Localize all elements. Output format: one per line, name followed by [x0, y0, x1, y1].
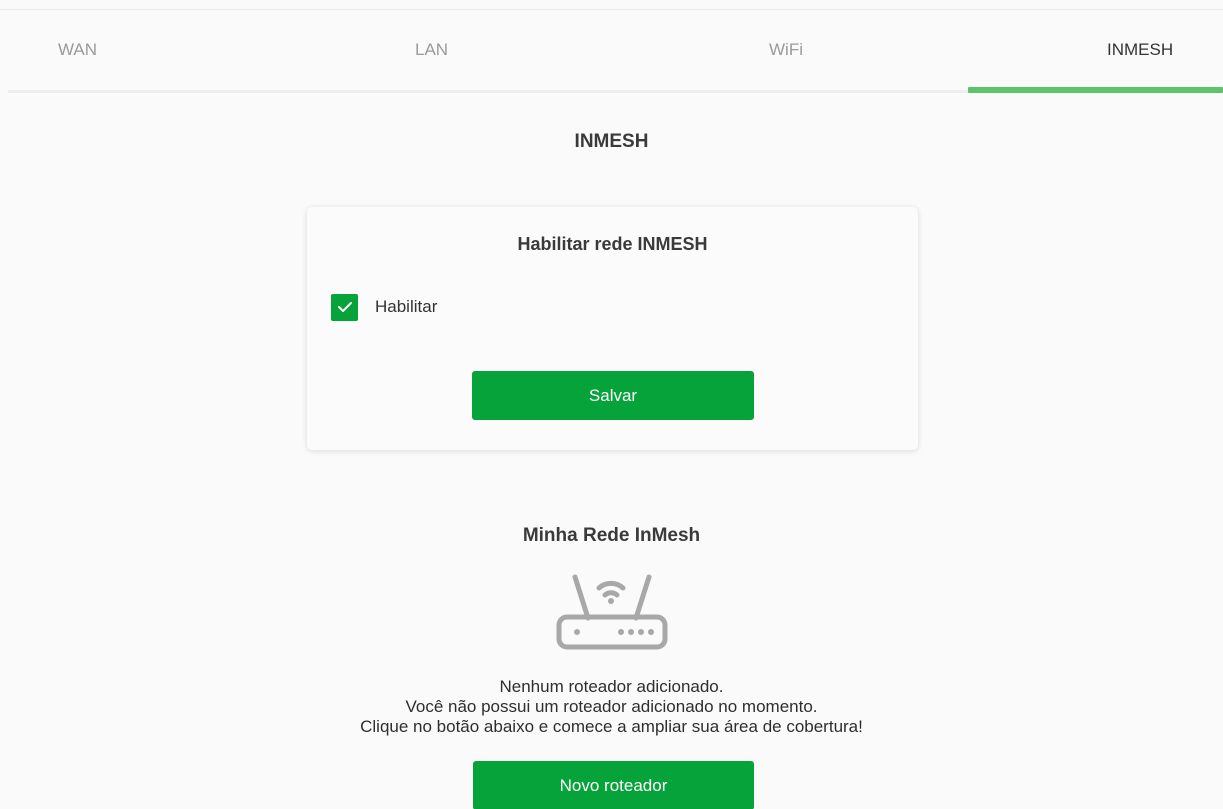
router-icon — [556, 574, 668, 650]
tab-bar: WAN LAN WiFi INMESH — [8, 10, 1223, 93]
message-line: Clique no botão abaixo e comece a amplia… — [360, 717, 863, 736]
new-router-button[interactable]: Novo roteador — [473, 761, 754, 809]
message-line: Nenhum roteador adicionado. — [499, 677, 724, 696]
my-network-title: Minha Rede InMesh — [522, 525, 701, 546]
card-title: Habilitar rede INMESH — [517, 234, 708, 254]
checkmark-icon — [337, 302, 352, 312]
message-line: Você não possui um roteador adicionado n… — [405, 697, 818, 716]
active-tab-indicator — [968, 87, 1223, 93]
page: WAN LAN WiFi INMESH INMESH Habilitar red… — [0, 0, 1223, 809]
page-title: INMESH — [574, 131, 649, 152]
enable-inmesh-card: Habilitar rede INMESH Habilitar Salvar — [307, 207, 918, 450]
tab-wan[interactable]: WAN — [58, 10, 97, 90]
tab-inmesh[interactable]: INMESH — [1107, 10, 1173, 90]
enable-checkbox-row[interactable]: Habilitar — [331, 293, 437, 321]
save-button[interactable]: Salvar — [472, 371, 754, 420]
tab-lan[interactable]: LAN — [415, 10, 448, 90]
no-router-message: Nenhum roteador adicionado. Você não pos… — [0, 677, 1223, 737]
enable-checkbox-label: Habilitar — [375, 297, 438, 316]
tab-wifi[interactable]: WiFi — [769, 10, 803, 90]
enable-checkbox[interactable] — [331, 293, 358, 321]
